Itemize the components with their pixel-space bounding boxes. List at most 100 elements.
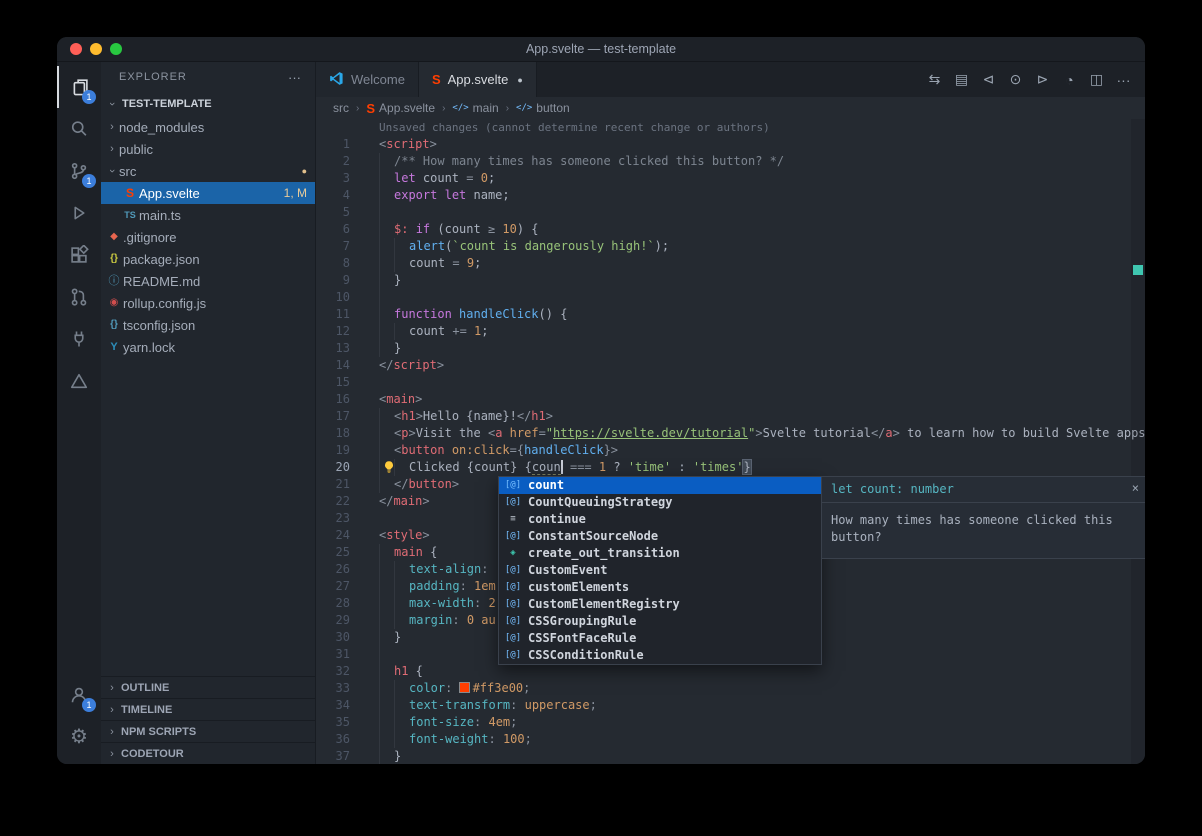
activity-item-codetour[interactable] <box>57 360 101 402</box>
code-line[interactable]: 1<script> <box>316 136 1145 153</box>
code-line[interactable]: 18<p>Visit the <a href="https://svelte.d… <box>316 425 1145 442</box>
code-line[interactable]: 32h1 { <box>316 663 1145 680</box>
lightbulb-icon[interactable] <box>382 460 396 474</box>
activity-item-remote[interactable] <box>57 318 101 360</box>
code-line[interactable]: 6$: if (count ≥ 10) { <box>316 221 1145 238</box>
open-changes-icon[interactable]: ⇆ <box>921 68 948 92</box>
activity-item-source-control[interactable]: 1 <box>57 150 101 192</box>
symbol-field-icon: [@] <box>503 494 523 511</box>
traffic-lights <box>70 43 122 55</box>
run-debug-icon <box>69 203 89 223</box>
sidebar-more-actions-icon[interactable]: ··· <box>288 70 301 85</box>
suggest-item-cssfontfacerule[interactable]: [@]CSSFontFaceRule <box>499 630 821 647</box>
suggest-item-customelements[interactable]: [@]customElements <box>499 579 821 596</box>
activity-item-github-pr[interactable] <box>57 276 101 318</box>
breadcrumb-item-button[interactable]: </>button <box>516 101 570 115</box>
tab-welcome[interactable]: Welcome <box>316 62 419 97</box>
suggest-item-cssgroupingrule[interactable]: [@]CSSGroupingRule <box>499 613 821 630</box>
titlebar[interactable]: App.svelte — test-template <box>57 37 1145 62</box>
line-number: 2 <box>316 153 364 170</box>
code-line[interactable]: 14</script> <box>316 357 1145 374</box>
code-line[interactable]: 13} <box>316 340 1145 357</box>
tree-item-label: public <box>119 142 307 157</box>
next-change-icon[interactable]: ⊳ <box>1029 68 1056 92</box>
code-line[interactable]: 7alert(`count is dangerously high!`); <box>316 238 1145 255</box>
chevron-right-icon: › <box>356 103 359 114</box>
tree-item-package-json[interactable]: {}package.json <box>101 248 315 270</box>
tree-item-readme-md[interactable]: ⓘREADME.md <box>101 270 315 292</box>
suggest-item-create_out_transition[interactable]: ◈create_out_transition <box>499 545 821 562</box>
sidebar-panel-npm-scripts[interactable]: ›NPM SCRIPTS <box>101 720 315 742</box>
tree-item-src[interactable]: ›src● <box>101 160 315 182</box>
suggest-item-customelementregistry[interactable]: [@]CustomElementRegistry <box>499 596 821 613</box>
line-number: 17 <box>316 408 364 425</box>
code-line[interactable]: 35font-size: 4em; <box>316 714 1145 731</box>
tree-item-yarn-lock[interactable]: Yyarn.lock <box>101 336 315 358</box>
close-window-button[interactable] <box>70 43 82 55</box>
code-line[interactable]: 11function handleClick() { <box>316 306 1145 323</box>
tree-item-rollup-config-js[interactable]: ◉rollup.config.js <box>101 292 315 314</box>
code-line[interactable]: 17<h1>Hello {name}!</h1> <box>316 408 1145 425</box>
activity-item-files[interactable]: 1 <box>57 66 101 108</box>
suggest-item-countqueuingstrategy[interactable]: [@] CountQueuingStrategy <box>499 494 821 511</box>
sidebar-panel-codetour[interactable]: ›CODETOUR <box>101 742 315 764</box>
split-editor-icon[interactable]: ◫ <box>1083 68 1110 92</box>
tree-item-app-svelte[interactable]: SApp.svelte1, M <box>101 182 315 204</box>
code-line[interactable]: 36font-weight: 100; <box>316 731 1145 748</box>
code-line[interactable]: 2/** How many times has someone clicked … <box>316 153 1145 170</box>
suggest-item-label: CountQueuingStrategy <box>528 494 673 511</box>
yarn-file-icon: Y <box>105 342 123 353</box>
line-number: 34 <box>316 697 364 714</box>
breadcrumb-item-src[interactable]: src <box>333 101 349 115</box>
tab-app-svelte[interactable]: SApp.svelte● <box>419 62 537 97</box>
minimize-window-button[interactable] <box>90 43 102 55</box>
code-line[interactable]: 20Clicked {count} {coun === 1 ? 'time' :… <box>316 459 1145 476</box>
code-line[interactable]: 8count = 9; <box>316 255 1145 272</box>
activity-item-settings[interactable]: ⚙ <box>57 716 101 758</box>
suggest-item-count[interactable]: [@]count <box>499 477 821 494</box>
svelte-icon: S <box>432 72 441 87</box>
code-line[interactable]: 37} <box>316 748 1145 764</box>
maximize-window-button[interactable] <box>110 43 122 55</box>
sidebar-panel-outline[interactable]: ›OUTLINE <box>101 676 315 698</box>
tree-item-main-ts[interactable]: TSmain.ts <box>101 204 315 226</box>
code-editor[interactable]: Unsaved changes (cannot determine recent… <box>316 119 1145 764</box>
activity-item-search[interactable] <box>57 108 101 150</box>
code-line[interactable]: 9} <box>316 272 1145 289</box>
workspace-section-header[interactable]: › TEST-TEMPLATE <box>101 92 315 116</box>
code-line[interactable]: 10 <box>316 289 1145 306</box>
overview-ruler[interactable] <box>1131 119 1145 764</box>
code-line[interactable]: 15 <box>316 374 1145 391</box>
line-number: 25 <box>316 544 364 561</box>
tree-item-tsconfig-json[interactable]: {}tsconfig.json <box>101 314 315 336</box>
breadcrumb-item-main[interactable]: </>main <box>452 101 498 115</box>
line-number: 12 <box>316 323 364 340</box>
code-line[interactable]: 12count += 1; <box>316 323 1145 340</box>
activity-item-run-debug[interactable] <box>57 192 101 234</box>
code-line[interactable]: 3let count = 0; <box>316 170 1145 187</box>
close-icon[interactable]: × <box>1132 480 1139 497</box>
activity-item-extensions[interactable] <box>57 234 101 276</box>
code-line[interactable]: 16<main> <box>316 391 1145 408</box>
line-number: 33 <box>316 680 364 697</box>
suggest-item-constantsourcenode[interactable]: [@]ConstantSourceNode <box>499 528 821 545</box>
code-line[interactable]: 5 <box>316 204 1145 221</box>
code-line[interactable]: 19<button on:click={handleClick}> <box>316 442 1145 459</box>
suggest-item-continue[interactable]: ≡continue <box>499 511 821 528</box>
sidebar-panel-timeline[interactable]: ›TIMELINE <box>101 698 315 720</box>
activity-item-accounts[interactable]: 1 <box>57 674 101 716</box>
tree-item-node-modules[interactable]: ›node_modules <box>101 116 315 138</box>
revision-icon[interactable]: ⊙ <box>1002 68 1029 92</box>
toggle-blame-icon[interactable]: ▤ <box>948 68 975 92</box>
tree-item-public[interactable]: ›public <box>101 138 315 160</box>
prev-change-icon[interactable]: ⊲ <box>975 68 1002 92</box>
code-line[interactable]: 33color: #ff3e00; <box>316 680 1145 697</box>
more-actions-icon[interactable]: ··· <box>1110 68 1137 92</box>
code-line[interactable]: 34text-transform: uppercase; <box>316 697 1145 714</box>
code-line[interactable]: 4export let name; <box>316 187 1145 204</box>
suggest-item-cssconditionrule[interactable]: [@]CSSConditionRule <box>499 647 821 664</box>
breadcrumb-item-app-svelte[interactable]: SApp.svelte <box>366 101 435 116</box>
suggest-item-customevent[interactable]: [@]CustomEvent <box>499 562 821 579</box>
tree-item--gitignore[interactable]: ◆.gitignore <box>101 226 315 248</box>
file-history-icon[interactable]: ◔ <box>1056 68 1083 92</box>
